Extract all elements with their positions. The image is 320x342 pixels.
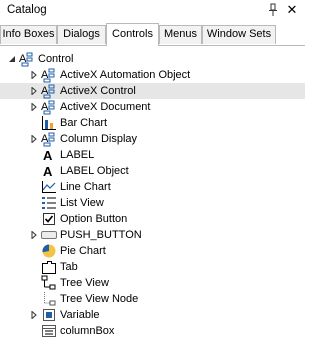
tree-item-label: ActiveX Control	[60, 85, 136, 97]
tab-dialogs[interactable]: Dialogs	[57, 25, 106, 44]
tree-item-label[interactable]: A LABEL	[0, 147, 305, 163]
tree-item-label: Column Display	[60, 133, 138, 145]
tree-item-label: columnBox	[60, 325, 115, 337]
tree-item-list-view[interactable]: List View	[0, 195, 305, 211]
tree-view-icon	[41, 275, 57, 291]
tree-item-label: Tree View Node	[60, 293, 139, 305]
expand-arrow-icon[interactable]	[30, 231, 38, 239]
tree-item-option-button[interactable]: Option Button	[0, 211, 305, 227]
svg-text:A: A	[43, 164, 53, 179]
tree-item-push-button[interactable]: PUSH_BUTTON	[0, 227, 305, 243]
tab-info-boxes[interactable]: Info Boxes	[0, 25, 57, 44]
tree-item-label: Line Chart	[60, 181, 111, 193]
tab-controls[interactable]: Controls	[106, 23, 159, 46]
tree-item-pie-chart[interactable]: Pie Chart	[0, 243, 305, 259]
control-icon: A	[41, 67, 57, 83]
tab-menus[interactable]: Menus	[159, 25, 202, 44]
control-icon: A	[41, 99, 57, 115]
variable-icon	[41, 307, 57, 323]
tree-root[interactable]: A Control	[0, 51, 305, 67]
label-icon: A	[41, 163, 57, 179]
tab-icon	[41, 259, 57, 275]
bar-chart-icon	[41, 115, 57, 131]
close-icon[interactable]: ✕	[286, 3, 298, 17]
column-box-icon	[41, 323, 57, 339]
tree-item-bar-chart[interactable]: Bar Chart	[0, 115, 305, 131]
tree-item-label: PUSH_BUTTON	[60, 229, 142, 241]
label-icon: A	[41, 147, 57, 163]
tree-item-label: Control	[38, 53, 74, 65]
control-icon: A	[41, 83, 57, 99]
push-button-icon	[41, 227, 57, 243]
expand-arrow-icon[interactable]	[30, 71, 38, 79]
expand-arrow-icon[interactable]	[30, 87, 38, 95]
panel-title: Catalog	[7, 4, 47, 16]
tree-item-label: Tab	[60, 261, 78, 273]
tree-item-label: Tree View	[60, 277, 109, 289]
collapse-arrow-icon[interactable]	[8, 55, 16, 63]
panel-titlebar: Catalog ✕	[0, 0, 305, 22]
tree-item-activex-control[interactable]: A ActiveX Control	[0, 83, 305, 99]
tree-item-label-object[interactable]: A LABEL Object	[0, 163, 305, 179]
catalog-tree: A Control A ActiveX Automation Object A Activ…	[0, 47, 305, 342]
tab-strip: Info Boxes Dialogs Controls Menus Window…	[0, 23, 305, 46]
expand-arrow-icon[interactable]	[30, 135, 38, 143]
tree-item-label: LABEL Object	[60, 165, 129, 177]
control-icon: A	[19, 51, 35, 67]
expand-arrow-icon[interactable]	[30, 103, 38, 111]
svg-text:A: A	[43, 148, 53, 163]
tab-window-sets[interactable]: Window Sets	[202, 25, 276, 44]
tree-item-column-display[interactable]: A Column Display	[0, 131, 305, 147]
tree-item-label: LABEL	[60, 149, 95, 161]
tree-item-line-chart[interactable]: Line Chart	[0, 179, 305, 195]
tree-item-activex-document[interactable]: A ActiveX Document	[0, 99, 305, 115]
tree-item-tab[interactable]: Tab	[0, 259, 305, 275]
tree-item-tree-view[interactable]: Tree View	[0, 275, 305, 291]
list-view-icon	[41, 195, 57, 211]
tree-item-label: Bar Chart	[60, 117, 108, 129]
tree-item-label: Variable	[60, 309, 100, 321]
tree-item-tree-view-node[interactable]: Tree View Node	[0, 291, 305, 307]
tree-item-label: Pie Chart	[60, 245, 106, 257]
control-icon: A	[41, 131, 57, 147]
expand-arrow-icon[interactable]	[30, 311, 38, 319]
pie-chart-icon	[41, 243, 57, 259]
tree-item-activex-automation-object[interactable]: A ActiveX Automation Object	[0, 67, 305, 83]
tree-item-label: ActiveX Document	[60, 101, 151, 113]
pin-icon[interactable]	[268, 3, 278, 17]
tree-node-icon	[41, 291, 57, 307]
tree-item-columnbox[interactable]: columnBox	[0, 323, 305, 339]
tree-item-label: Option Button	[60, 213, 128, 225]
tree-item-label: List View	[60, 197, 104, 209]
line-chart-icon	[41, 179, 57, 195]
tree-item-variable[interactable]: Variable	[0, 307, 305, 323]
checkbox-icon	[41, 211, 57, 227]
tree-item-label: ActiveX Automation Object	[60, 69, 191, 81]
